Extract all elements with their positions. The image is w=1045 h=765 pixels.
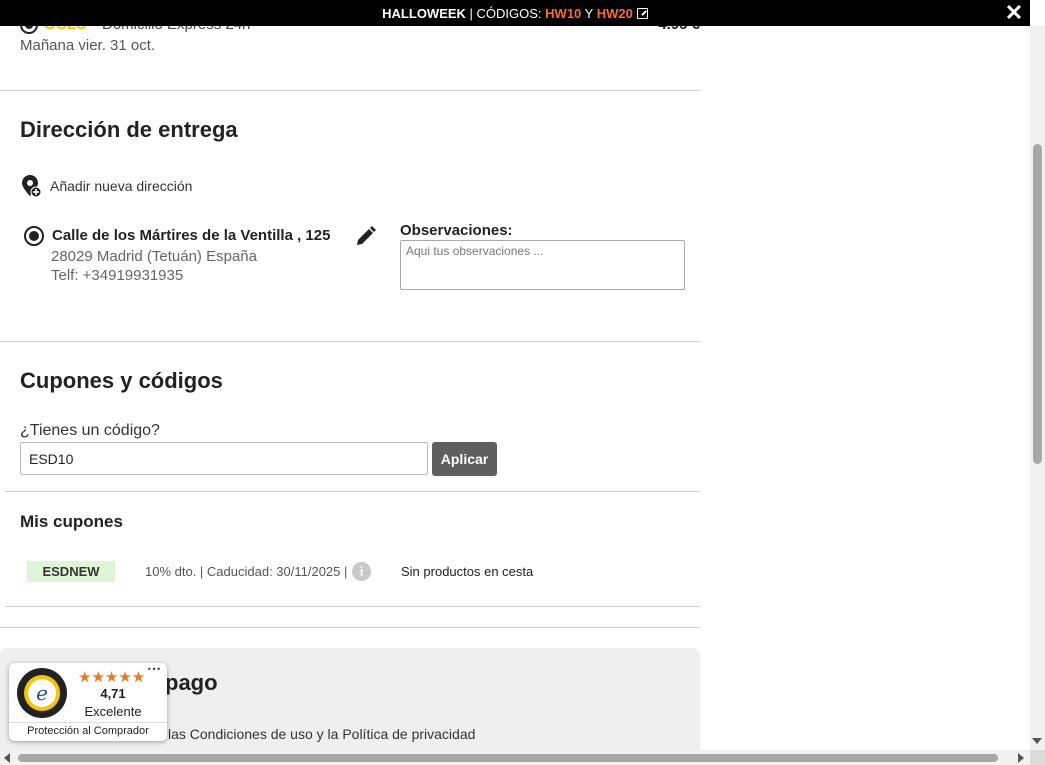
trusted-shops-seal: e [17,668,67,718]
promo-joiner: Y [581,5,597,21]
more-options-icon[interactable]: ⋯ [147,660,161,677]
apply-code-button[interactable]: Aplicar [432,442,497,476]
coupons-section-title: Cupones y códigos [20,368,223,393]
address-phone: Telf: +34919931935 [51,267,184,284]
horizontal-scrollbar[interactable] [0,750,1030,765]
divider [0,627,700,628]
divider [0,341,700,342]
info-icon[interactable]: i [352,562,371,581]
code-question-label: ¿Tienes un código? [20,422,160,439]
address-street: Calle de los Mártires de la Ventilla , 1… [52,227,331,244]
vertical-scroll-thumb[interactable] [1033,144,1042,464]
svg-text:e: e [36,681,48,705]
external-link-icon[interactable] [636,7,648,19]
coupon-info: 10% dto. | Caducidad: 30/11/2025 | [145,564,348,579]
coupon-code-badge[interactable]: ESDNEW [27,561,115,582]
my-coupons-title: Mis cupones [20,512,123,531]
address-section-title: Dirección de entrega [20,117,238,142]
delivery-date: Mañana vier. 31 oct. [20,37,156,54]
divider [5,491,700,492]
coupon-code-input[interactable] [20,442,428,475]
vertical-scrollbar[interactable] [1030,26,1045,750]
scroll-down-arrow-icon[interactable] [1032,738,1042,744]
checkout-content: GGLS Domicilio Express 24h 4.95 € Mañana… [0,0,700,765]
location-add-icon [22,175,42,198]
scroll-right-arrow-icon[interactable] [1018,753,1024,763]
buyer-protection-label: Protección al Comprador [9,722,167,741]
address-city: 28029 Madrid (Tetuán) España [51,248,257,265]
scroll-left-arrow-icon[interactable] [4,753,10,763]
trusted-shops-widget[interactable]: e ⋯ ★★★★★ 4,71 Excelente Protección al C… [9,660,167,741]
promo-code-1: HW10 [545,5,582,21]
divider [0,90,700,91]
close-banner-icon[interactable]: ✕ [1004,2,1024,24]
rating-stars: ★★★★★ [78,669,146,686]
scrollbar-corner [1030,750,1045,765]
promo-code-2: HW20 [596,5,633,21]
promo-separator: | CÓDIGOS: [465,5,546,21]
promo-prefix: HALLOWEEK [382,5,466,21]
edit-pencil-icon[interactable] [355,225,377,247]
add-address-label: Añadir nueva dirección [50,178,193,194]
promo-banner[interactable]: HALLOWEEK | CÓDIGOS: HW10 Y HW20 ✕ [0,0,1030,26]
rating-label: Excelente [84,704,142,719]
observations-label: Observaciones: [400,222,513,239]
rating-value: 4,71 [100,686,126,701]
divider [5,606,700,607]
address-radio[interactable] [24,226,44,246]
coupon-status: Sin productos en cesta [401,564,534,579]
horizontal-scroll-thumb[interactable] [18,754,998,762]
observations-textarea[interactable] [400,240,685,290]
add-address-button[interactable]: Añadir nueva dirección [20,174,192,198]
